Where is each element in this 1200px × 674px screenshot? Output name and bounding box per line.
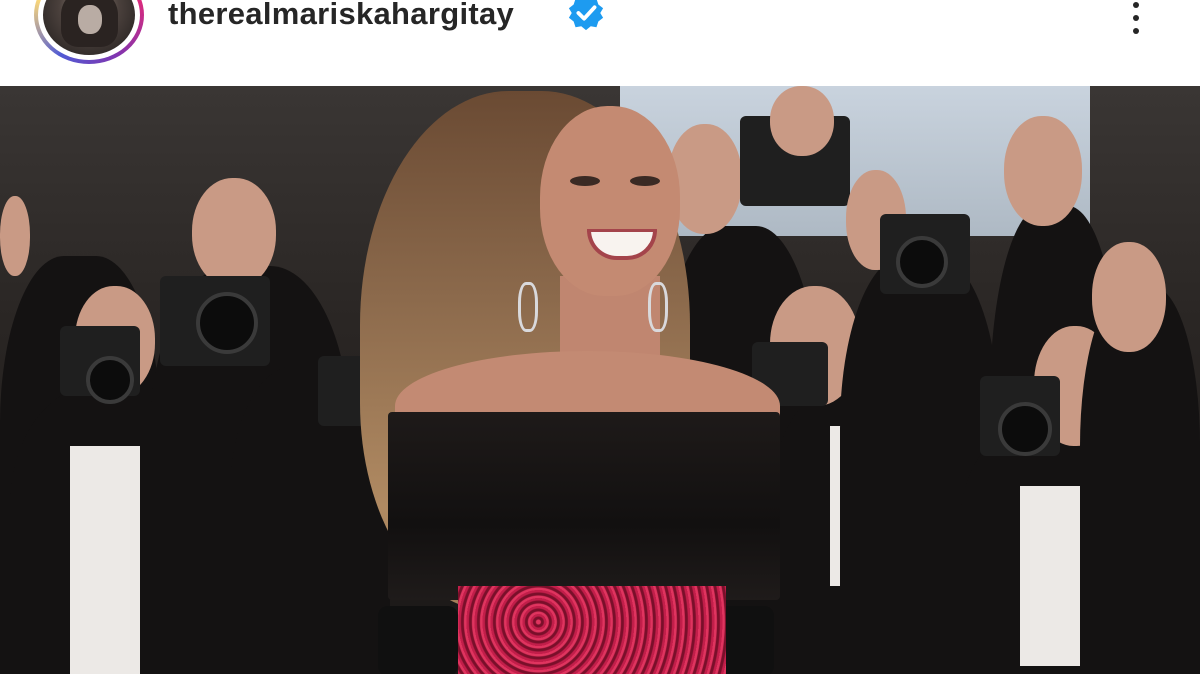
avatar <box>43 0 135 55</box>
username-link[interactable]: therealmariskahargitay <box>168 0 514 34</box>
verified-badge-icon <box>568 0 604 31</box>
post-header: therealmariskahargitay <box>0 0 1200 84</box>
more-options-icon[interactable] <box>1124 2 1148 36</box>
post-image[interactable] <box>0 86 1200 674</box>
avatar-story-ring[interactable] <box>34 0 144 64</box>
